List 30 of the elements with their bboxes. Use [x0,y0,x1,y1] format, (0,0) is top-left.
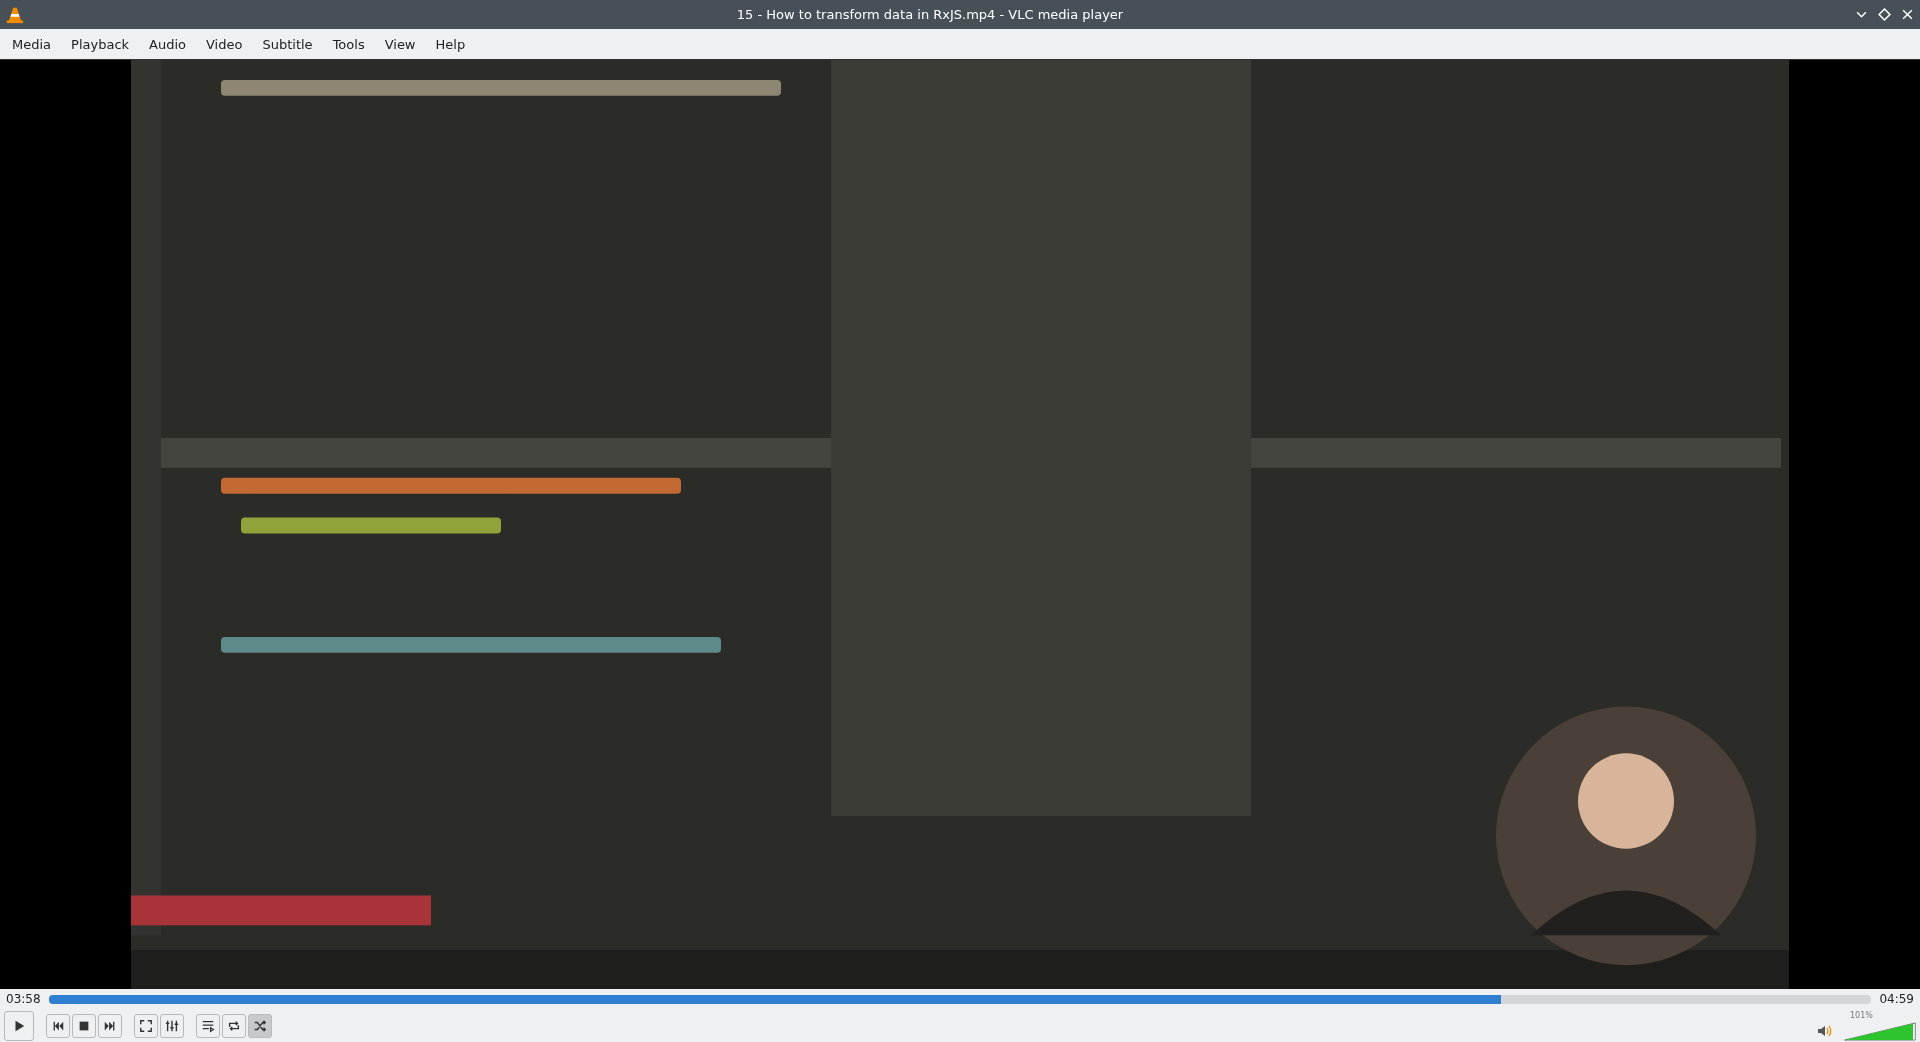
play-button[interactable] [4,1010,34,1041]
maximize-icon[interactable] [1878,8,1891,21]
window-title: 15 - How to transform data in RxJS.mp4 - VLC media player [735,7,1125,22]
menu-item[interactable]: Media [2,32,62,56]
loop-button[interactable] [222,1013,246,1038]
cone-icon [6,5,24,24]
playlist-icon [201,1018,215,1033]
menu-item[interactable]: Playback [61,32,140,56]
menu-item[interactable]: Subtitle [252,32,323,56]
shuffle-button[interactable] [248,1013,272,1038]
close-icon[interactable] [1901,8,1914,21]
next-button[interactable] [98,1013,122,1038]
loop-icon [227,1018,241,1033]
seek-bar[interactable] [48,994,1872,1004]
elapsed-time: 03:58 [6,992,41,1006]
settings-button[interactable] [160,1013,184,1038]
fullscreen-button[interactable] [134,1013,158,1038]
stop-button[interactable] [72,1013,96,1038]
fullscreen-icon [139,1018,153,1033]
prev-button[interactable] [46,1013,70,1038]
sliders-icon [165,1018,179,1033]
total-time: 04:59 [1879,992,1914,1006]
playlist-button[interactable] [196,1013,220,1038]
menu-item[interactable]: Help [425,32,476,56]
menu-item[interactable]: Audio [139,32,196,56]
volume-reading: 101% [1850,1010,1873,1020]
menu-item[interactable]: Video [196,32,253,56]
menu-item[interactable]: Tools [322,32,375,56]
shuffle-icon [253,1018,267,1033]
menu-item[interactable]: View [374,32,426,56]
